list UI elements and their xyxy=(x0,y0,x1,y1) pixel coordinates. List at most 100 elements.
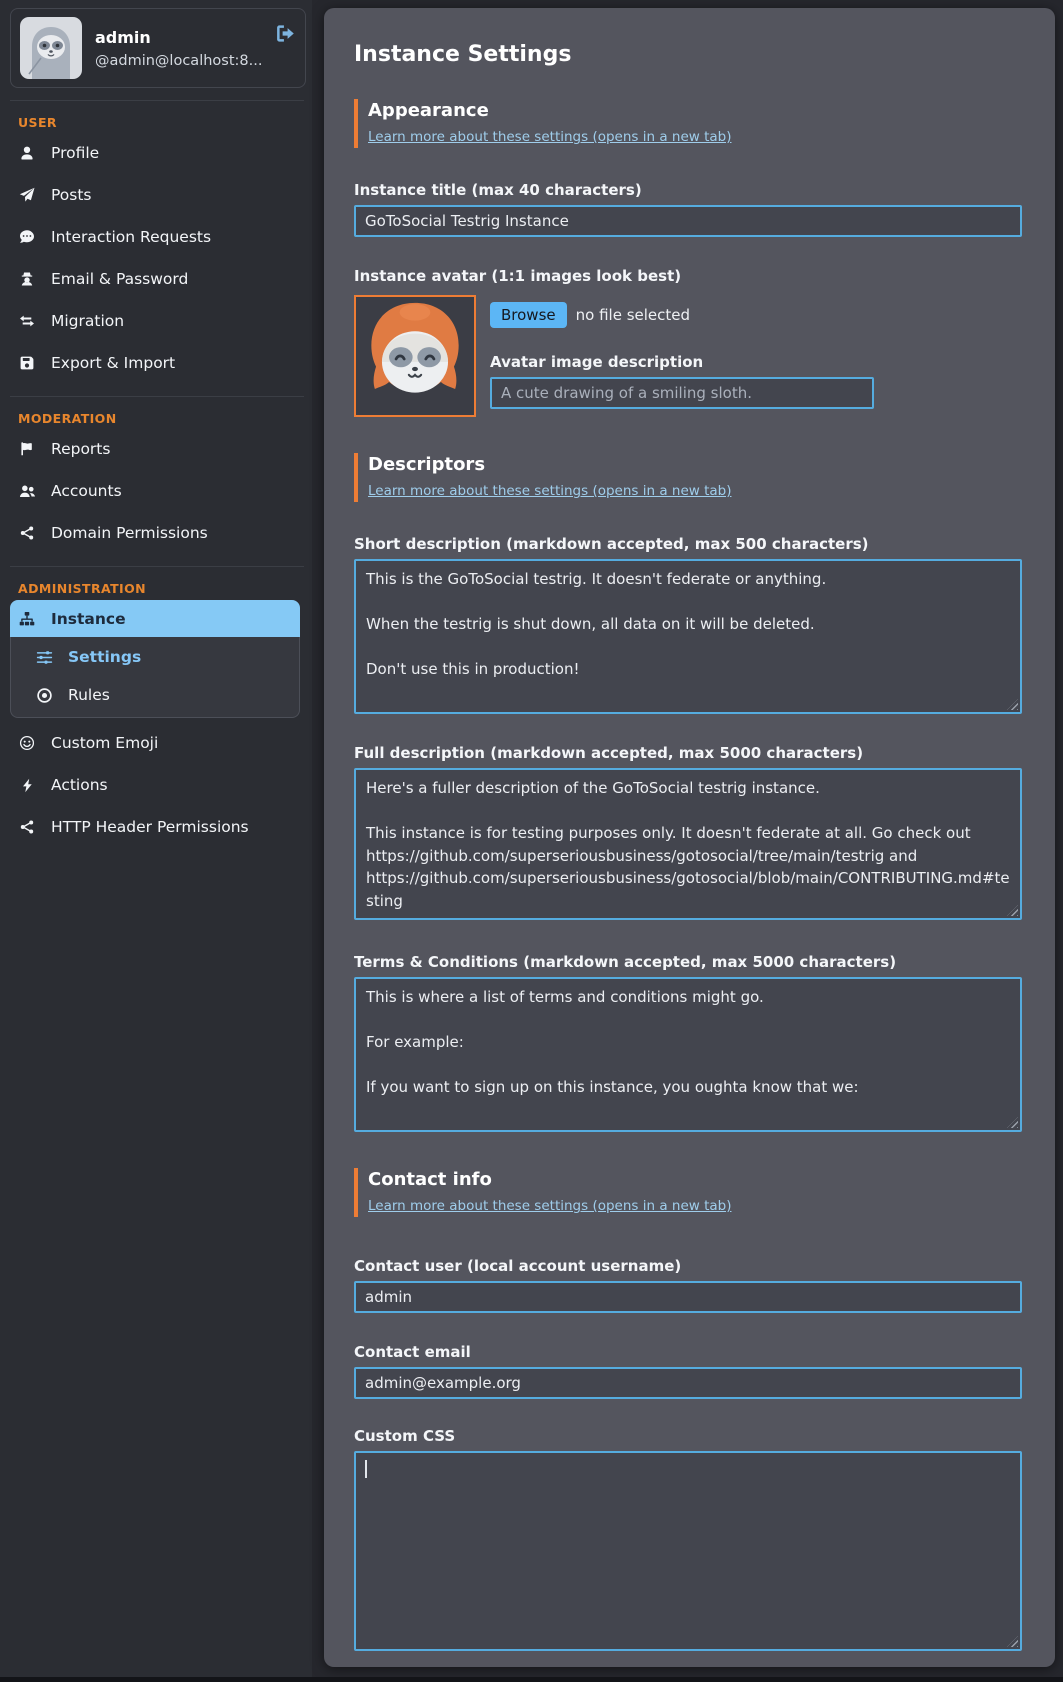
sidebar-item-label: Profile xyxy=(51,144,99,162)
sidebar-item-domain-permissions[interactable]: Domain Permissions xyxy=(10,512,306,554)
instance-nav-group: Instance Settings Rules xyxy=(10,600,300,718)
page-title: Instance Settings xyxy=(354,42,1022,67)
sitemap-icon xyxy=(18,611,36,627)
sidebar-item-email-password[interactable]: Email & Password xyxy=(10,258,306,300)
sidebar-item-label: Custom Emoji xyxy=(51,734,158,752)
user-handle: @admin@localhost:8... xyxy=(95,53,262,69)
instance-settings-panel: Instance Settings Appearance Learn more … xyxy=(324,8,1055,1667)
comment-dots-icon xyxy=(18,229,36,245)
floppy-disk-icon xyxy=(18,355,36,371)
sidebar-item-label: Accounts xyxy=(51,482,122,500)
sidebar-item-profile[interactable]: Profile xyxy=(10,132,306,174)
user-card[interactable]: admin @admin@localhost:8... xyxy=(10,8,306,88)
appearance-section-head: Appearance Learn more about these settin… xyxy=(354,99,1022,148)
full-description-field: Full description (markdown accepted, max… xyxy=(354,744,1022,920)
contact-email-label: Contact email xyxy=(354,1343,1022,1361)
sidebar-item-label: Domain Permissions xyxy=(51,524,208,542)
appearance-heading: Appearance xyxy=(368,100,1022,121)
sidebar-item-label: Rules xyxy=(68,686,110,704)
sidebar-item-interaction-requests[interactable]: Interaction Requests xyxy=(10,216,306,258)
short-description-field: Short description (markdown accepted, ma… xyxy=(354,535,1022,714)
terms-textarea[interactable]: This is where a list of terms and condit… xyxy=(354,977,1022,1132)
short-description-textarea[interactable]: This is the GoToSocial testrig. It doesn… xyxy=(354,559,1022,714)
sidebar-divider xyxy=(10,396,304,397)
descriptors-section-head: Descriptors Learn more about these setti… xyxy=(354,453,1022,502)
contact-user-field: Contact user (local account username) xyxy=(354,1257,1022,1313)
face-smile-icon xyxy=(18,735,36,751)
sidebar-item-rules[interactable]: Rules xyxy=(11,676,299,714)
contact-section-head: Contact info Learn more about these sett… xyxy=(354,1168,1022,1217)
sidebar-divider xyxy=(10,566,304,567)
sidebar-item-label: Reports xyxy=(51,440,110,458)
sidebar-item-label: Export & Import xyxy=(51,354,175,372)
instance-submenu: Settings Rules xyxy=(10,637,300,718)
window-bottom-edge xyxy=(0,1677,1063,1682)
paper-plane-icon xyxy=(18,187,36,203)
sidebar-item-reports[interactable]: Reports xyxy=(10,428,306,470)
sidebar-item-instance[interactable]: Instance xyxy=(10,600,300,637)
sidebar-item-label: Email & Password xyxy=(51,270,188,288)
sidebar-item-migration[interactable]: Migration xyxy=(10,300,306,342)
user-meta: admin @admin@localhost:8... xyxy=(95,28,262,69)
share-nodes-icon xyxy=(18,819,36,835)
bolt-icon xyxy=(18,778,36,793)
instance-title-field: Instance title (max 40 characters) xyxy=(354,181,1022,237)
sidebar-item-export-import[interactable]: Export & Import xyxy=(10,342,306,384)
sidebar-item-http-header-permissions[interactable]: HTTP Header Permissions xyxy=(10,806,306,848)
instance-avatar-label: Instance avatar (1:1 images look best) xyxy=(354,267,1022,285)
sidebar-item-label: Migration xyxy=(51,312,124,330)
user-avatar xyxy=(20,17,82,79)
user-secret-icon xyxy=(18,271,36,287)
sliders-icon xyxy=(35,649,53,666)
sidebar-item-label: Instance xyxy=(51,610,126,628)
contact-email-input[interactable] xyxy=(354,1367,1022,1399)
sidebar-item-actions[interactable]: Actions xyxy=(10,764,306,806)
instance-title-input[interactable] xyxy=(354,205,1022,237)
sidebar-item-custom-emoji[interactable]: Custom Emoji xyxy=(10,722,306,764)
full-description-label: Full description (markdown accepted, max… xyxy=(354,744,1022,762)
contact-user-input[interactable] xyxy=(354,1281,1022,1313)
main-area: Instance Settings Appearance Learn more … xyxy=(312,0,1063,1677)
instance-avatar-preview xyxy=(354,295,476,417)
sidebar-item-label: HTTP Header Permissions xyxy=(51,818,249,836)
full-description-textarea[interactable]: Here's a fuller description of the GoToS… xyxy=(354,768,1022,920)
file-status-text: no file selected xyxy=(576,306,690,324)
text-caret xyxy=(365,1460,367,1478)
sidebar: admin @admin@localhost:8... USER Profile… xyxy=(0,0,312,1677)
avatar-description-input[interactable] xyxy=(490,377,874,409)
sidebar-item-label: Settings xyxy=(68,648,141,666)
users-icon xyxy=(18,483,36,500)
sidebar-divider xyxy=(10,100,304,101)
user-name: admin xyxy=(95,28,262,47)
app-layout: admin @admin@localhost:8... USER Profile… xyxy=(0,0,1063,1677)
section-label-moderation: MODERATION xyxy=(18,411,306,426)
sidebar-item-accounts[interactable]: Accounts xyxy=(10,470,306,512)
descriptors-heading: Descriptors xyxy=(368,454,1022,475)
user-icon xyxy=(18,145,36,161)
circle-dot-icon xyxy=(35,687,53,704)
custom-css-textarea[interactable] xyxy=(354,1451,1022,1651)
sidebar-item-posts[interactable]: Posts xyxy=(10,174,306,216)
terms-field: Terms & Conditions (markdown accepted, m… xyxy=(354,953,1022,1132)
instance-avatar-field: Instance avatar (1:1 images look best) xyxy=(354,267,1022,417)
flag-icon xyxy=(18,441,36,457)
arrows-left-right-icon xyxy=(18,313,36,329)
contact-email-field: Contact email xyxy=(354,1343,1022,1399)
descriptors-learn-more-link[interactable]: Learn more about these settings (opens i… xyxy=(368,483,731,499)
browse-button[interactable]: Browse xyxy=(490,302,567,328)
sidebar-item-settings[interactable]: Settings xyxy=(11,638,299,676)
section-label-administration: ADMINISTRATION xyxy=(18,581,306,596)
instance-title-label: Instance title (max 40 characters) xyxy=(354,181,1022,199)
section-label-user: USER xyxy=(18,115,306,130)
contact-user-label: Contact user (local account username) xyxy=(354,1257,1022,1275)
sign-out-icon[interactable] xyxy=(275,23,296,44)
avatar-controls: Browse no file selected Avatar image des… xyxy=(490,295,1022,417)
sidebar-item-label: Interaction Requests xyxy=(51,228,211,246)
contact-heading: Contact info xyxy=(368,1169,1022,1190)
terms-label: Terms & Conditions (markdown accepted, m… xyxy=(354,953,1022,971)
contact-learn-more-link[interactable]: Learn more about these settings (opens i… xyxy=(368,1198,731,1214)
avatar-description-label: Avatar image description xyxy=(490,353,1022,371)
appearance-learn-more-link[interactable]: Learn more about these settings (opens i… xyxy=(368,129,731,145)
sidebar-item-label: Actions xyxy=(51,776,108,794)
short-description-label: Short description (markdown accepted, ma… xyxy=(354,535,1022,553)
